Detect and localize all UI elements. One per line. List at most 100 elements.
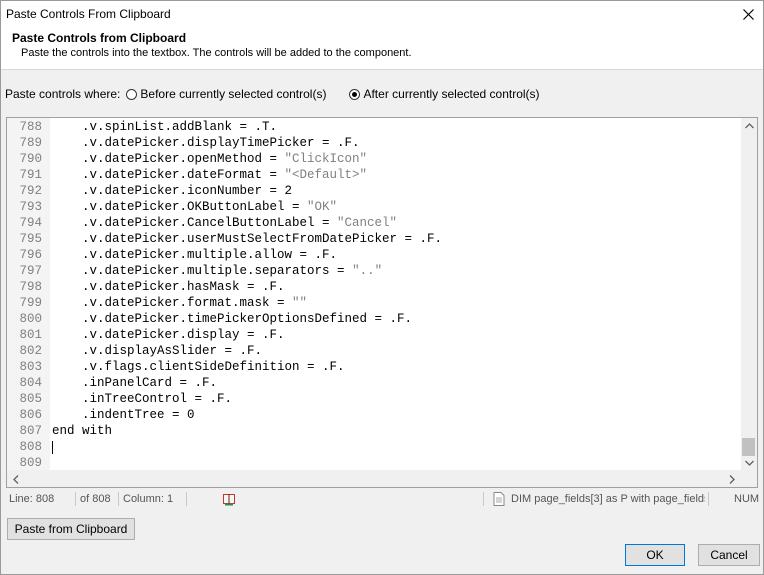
code-text: .v.datePicker.openMethod = [52, 152, 285, 166]
string-literal: "<Default>" [284, 168, 368, 182]
code-line[interactable]: 799 .v.datePicker.format.mask = "" [7, 295, 307, 311]
code-line[interactable]: 800 .v.datePicker.timePickerOptionsDefin… [7, 311, 412, 327]
code-line[interactable]: 803 .v.flags.clientSideDefinition = .F. [7, 359, 344, 375]
code-line[interactable]: 790 .v.datePicker.openMethod = "ClickIco… [7, 151, 367, 167]
radio-before-label[interactable]: Before currently selected control(s) [140, 87, 326, 101]
code-editor[interactable]: 788 .v.spinList.addBlank = .T. 789 .v.dat… [6, 117, 758, 488]
line-number: 809 [19, 456, 42, 470]
code-line[interactable]: 809 [7, 455, 47, 471]
line-code[interactable]: .v.datePicker.iconNumber = 2 [52, 183, 292, 199]
paste-position-label: Paste controls where: [5, 87, 121, 101]
ok-button[interactable]: OK [625, 544, 685, 566]
book-icon[interactable] [222, 492, 236, 506]
status-separator [483, 492, 484, 506]
code-line[interactable]: 796 .v.datePicker.multiple.allow = .F. [7, 247, 337, 263]
line-code[interactable]: .v.datePicker.multiple.separators = ".." [52, 263, 382, 279]
line-code[interactable]: .inTreeControl = .F. [52, 391, 232, 407]
line-code[interactable]: .v.datePicker.CancelButtonLabel = "Cance… [52, 215, 397, 231]
radio-after-circle[interactable] [349, 88, 361, 100]
horizontal-scrollbar[interactable] [7, 470, 741, 487]
cancel-button[interactable]: Cancel [698, 544, 760, 566]
code-line[interactable]: 805 .inTreeControl = .F. [7, 391, 232, 407]
header-title: Paste Controls from Clipboard [12, 31, 187, 45]
code-line[interactable]: 792 .v.datePicker.iconNumber = 2 [7, 183, 292, 199]
scroll-down-button[interactable] [742, 456, 756, 470]
status-context: DIM page_fields[3] as P with page_fields [511, 493, 705, 505]
code-text: .v.datePicker.userMustSelectFromDatePick… [52, 232, 443, 246]
line-code[interactable]: .v.datePicker.openMethod = "ClickIcon" [52, 151, 367, 167]
code-text: .v.flags.clientSideDefinition = .F. [52, 360, 345, 374]
dialog-header: Paste Controls from Clipboard Paste the … [1, 27, 763, 70]
code-text: .v.spinList.addBlank = .T. [52, 120, 278, 134]
text-caret [52, 441, 53, 454]
line-code[interactable]: end with [52, 423, 112, 439]
line-code[interactable]: .inPanelCard = .F. [52, 375, 217, 391]
line-number: 805 [19, 392, 42, 406]
line-code[interactable]: .v.datePicker.hasMask = .F. [52, 279, 285, 295]
string-literal: "OK" [307, 200, 338, 214]
status-separator [118, 492, 119, 506]
line-code[interactable]: .v.datePicker.displayTimePicker = .F. [52, 135, 360, 151]
line-code[interactable]: .v.flags.clientSideDefinition = .F. [52, 359, 345, 375]
line-number: 790 [19, 152, 42, 166]
close-button[interactable] [733, 1, 763, 27]
code-line[interactable]: 795 .v.datePicker.userMustSelectFromDate… [7, 231, 442, 247]
code-line[interactable]: 807 end with [7, 423, 112, 439]
paste-from-clipboard-button[interactable]: Paste from Clipboard [7, 518, 135, 540]
radio-after-label[interactable]: After currently selected control(s) [363, 87, 539, 101]
code-line[interactable]: 788 .v.spinList.addBlank = .T. [7, 119, 277, 135]
code-line[interactable]: 791 .v.datePicker.dateFormat = "<Default… [7, 167, 367, 183]
code-line[interactable]: 798 .v.datePicker.hasMask = .F. [7, 279, 284, 295]
close-icon [742, 8, 754, 20]
code-line[interactable]: 804 .inPanelCard = .F. [7, 375, 217, 391]
code-text: .inTreeControl = .F. [52, 392, 233, 406]
code-area[interactable]: 788 .v.spinList.addBlank = .T. 789 .v.dat… [7, 119, 442, 471]
chevron-up-icon [744, 123, 754, 129]
chevron-down-icon [744, 460, 754, 466]
code-text: end with [52, 424, 113, 438]
code-text: .v.datePicker.multiple.separators = [52, 264, 353, 278]
line-number: 789 [19, 136, 42, 150]
line-code[interactable]: .v.spinList.addBlank = .T. [52, 119, 277, 135]
code-line[interactable]: 806 .indentTree = 0 [7, 407, 194, 423]
code-text: .v.datePicker.displayTimePicker = .F. [52, 136, 360, 150]
code-line[interactable]: 793 .v.datePicker.OKButtonLabel = "OK" [7, 199, 337, 215]
code-text: .v.datePicker.timePickerOptionsDefined =… [52, 312, 413, 326]
code-line[interactable]: 794 .v.datePicker.CancelButtonLabel = "C… [7, 215, 397, 231]
code-text: .v.datePicker.CancelButtonLabel = [52, 216, 338, 230]
line-code[interactable]: .v.displayAsSlider = .F. [52, 343, 262, 359]
code-line[interactable]: 797 .v.datePicker.multiple.separators = … [7, 263, 382, 279]
scroll-up-button[interactable] [742, 119, 756, 133]
code-text: .indentTree = 0 [52, 408, 195, 422]
line-code[interactable]: .v.datePicker.display = .F. [52, 327, 285, 343]
line-code[interactable]: .indentTree = 0 [52, 407, 195, 423]
radio-before[interactable]: Before currently selected control(s) [126, 87, 326, 101]
line-code[interactable]: .v.datePicker.dateFormat = "<Default>" [52, 167, 367, 183]
line-number: 799 [19, 296, 42, 310]
line-number: 808 [19, 440, 42, 454]
status-num-lock: NUM [734, 493, 760, 505]
code-text: .v.datePicker.format.mask = [52, 296, 293, 310]
line-number: 804 [19, 376, 42, 390]
code-line[interactable]: 808 [7, 439, 47, 455]
line-code[interactable]: .v.datePicker.userMustSelectFromDatePick… [52, 231, 442, 247]
line-code[interactable]: .v.datePicker.timePickerOptionsDefined =… [52, 311, 412, 327]
vertical-scrollbar[interactable] [741, 118, 757, 471]
code-text: .inPanelCard = .F. [52, 376, 218, 390]
line-code[interactable]: .v.datePicker.format.mask = "" [52, 295, 307, 311]
code-line[interactable]: 789 .v.datePicker.displayTimePicker = .F… [7, 135, 359, 151]
code-line[interactable]: 801 .v.datePicker.display = .F. [7, 327, 284, 343]
scroll-left-button[interactable] [9, 472, 23, 486]
scroll-right-button[interactable] [725, 472, 739, 486]
string-literal: ".." [352, 264, 383, 278]
line-code[interactable]: .v.datePicker.multiple.allow = .F. [52, 247, 337, 263]
radio-after[interactable]: After currently selected control(s) [349, 87, 540, 101]
status-bar: Line: 808 of 808 Column: 1 DIM page_fiel… [6, 489, 760, 509]
document-icon [493, 492, 505, 506]
code-line[interactable]: 802 .v.displayAsSlider = .F. [7, 343, 262, 359]
radio-before-circle[interactable] [126, 88, 138, 100]
line-number: 807 [19, 424, 42, 438]
line-number: 792 [19, 184, 42, 198]
vertical-scroll-thumb[interactable] [742, 438, 755, 456]
line-code[interactable]: .v.datePicker.OKButtonLabel = "OK" [52, 199, 337, 215]
